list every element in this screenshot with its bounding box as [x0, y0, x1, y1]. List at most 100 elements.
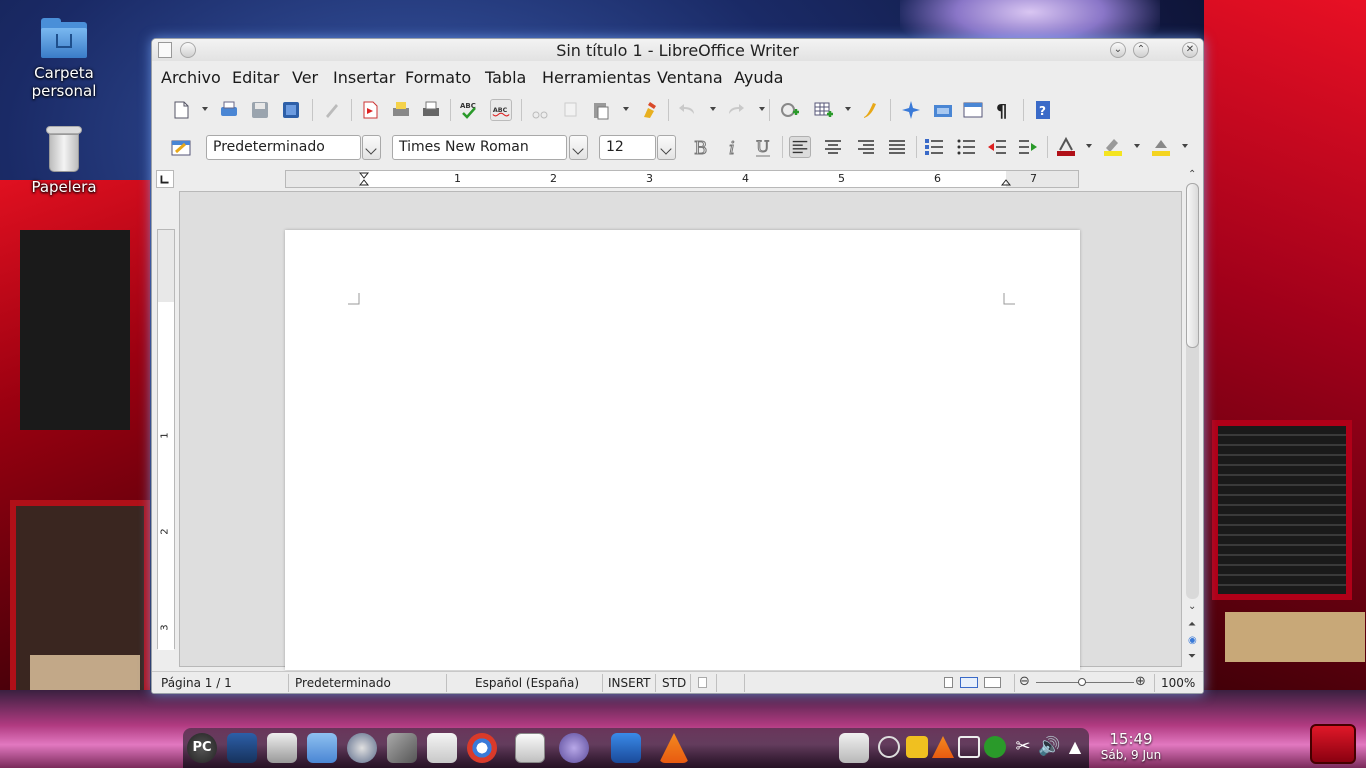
vertical-scrollbar[interactable]: ⌃ ⌄ ⏶ ◉ ⏷ — [1185, 169, 1201, 667]
paste-dropdown-arrow[interactable] — [623, 107, 629, 111]
menu-herramientas[interactable]: Herramientas — [542, 68, 651, 87]
copy-icon[interactable] — [560, 99, 582, 121]
gallery-icon[interactable] — [932, 99, 954, 121]
table-dropdown-arrow[interactable] — [845, 107, 851, 111]
menu-tabla[interactable]: Tabla — [485, 68, 526, 87]
window-list-icon[interactable] — [427, 733, 457, 763]
bullets-icon[interactable] — [955, 136, 977, 158]
zoom-slider-handle[interactable] — [1078, 678, 1086, 686]
vertical-ruler[interactable]: 1 2 3 — [157, 229, 175, 650]
justify-icon[interactable] — [886, 136, 908, 158]
scroll-up-icon[interactable]: ⌃ — [1188, 169, 1196, 180]
highlighting-icon[interactable] — [1102, 136, 1124, 158]
print-icon[interactable] — [218, 99, 240, 121]
decrease-indent-icon[interactable] — [986, 136, 1008, 158]
security-shield-icon[interactable] — [906, 736, 928, 758]
package-manager-icon[interactable] — [267, 733, 297, 763]
menu-ver[interactable]: Ver — [292, 68, 318, 87]
tab-type-selector[interactable] — [156, 170, 174, 188]
zoom-out-icon[interactable]: ⊖ — [1019, 674, 1030, 689]
messenger-icon[interactable] — [559, 733, 589, 763]
desktop-icon-trash[interactable]: Papelera — [9, 126, 119, 196]
scrollbar-thumb[interactable] — [1186, 183, 1199, 348]
show-desktop-icon[interactable] — [839, 733, 869, 763]
selection-mode[interactable]: STD — [662, 676, 686, 690]
font-color-icon[interactable] — [1055, 136, 1077, 158]
new-dropdown-arrow[interactable] — [202, 107, 208, 111]
chromium-icon[interactable] — [467, 733, 497, 763]
redo-dropdown-arrow[interactable] — [759, 107, 765, 111]
redo-icon[interactable] — [725, 99, 747, 121]
navigation-icon[interactable]: ◉ — [1188, 635, 1197, 646]
info-icon[interactable] — [878, 736, 900, 758]
font-size-dropdown[interactable] — [657, 135, 676, 160]
styles-formatting-icon[interactable] — [170, 136, 192, 158]
font-color-dropdown-arrow[interactable] — [1086, 144, 1092, 148]
language-status[interactable]: Español (España) — [475, 676, 579, 690]
update-ok-icon[interactable] — [984, 736, 1006, 758]
menu-ayuda[interactable]: Ayuda — [734, 68, 783, 87]
horizontal-ruler[interactable]: 1 2 3 4 5 6 7 — [285, 170, 1079, 188]
numbering-icon[interactable] — [923, 136, 945, 158]
multi-page-view-icon[interactable] — [960, 677, 978, 688]
insert-mode[interactable]: INSERT — [608, 676, 651, 690]
print-directly-icon[interactable] — [390, 99, 412, 121]
maximize-button[interactable]: ⌃ — [1133, 42, 1149, 58]
menu-formato[interactable]: Formato — [405, 68, 471, 87]
media-player-icon[interactable] — [611, 733, 641, 763]
increase-indent-icon[interactable] — [1017, 136, 1039, 158]
zoom-level[interactable]: 100% — [1161, 676, 1195, 690]
font-size-combo[interactable]: 12 — [599, 135, 656, 160]
pdf-icon[interactable] — [359, 99, 381, 121]
data-sources-icon[interactable] — [962, 99, 984, 121]
tools-icon[interactable] — [387, 733, 417, 763]
page-count[interactable]: Página 1 / 1 — [161, 676, 232, 690]
help-icon[interactable]: ? — [1032, 99, 1054, 121]
menu-insertar[interactable]: Insertar — [333, 68, 395, 87]
export-pdf-icon[interactable] — [280, 99, 302, 121]
volume-icon[interactable]: 🔊 — [1038, 736, 1060, 758]
osgi-logo-icon[interactable] — [1310, 724, 1356, 764]
background-color-dropdown-arrow[interactable] — [1182, 144, 1188, 148]
minimize-button[interactable]: ⌄ — [1110, 42, 1126, 58]
bold-icon[interactable]: B — [690, 136, 712, 159]
scroll-down-icon[interactable]: ⌄ — [1188, 601, 1196, 612]
autospellcheck-icon[interactable]: ABC — [490, 99, 512, 121]
page-style[interactable]: Predeterminado — [295, 676, 391, 690]
spelling-icon[interactable]: ABC — [458, 99, 480, 121]
paste-icon[interactable] — [590, 99, 612, 121]
cut-icon[interactable] — [529, 99, 551, 121]
italic-icon[interactable]: i — [722, 136, 744, 159]
edit-file-icon[interactable] — [320, 99, 342, 121]
close-button[interactable]: ✕ — [1182, 42, 1198, 58]
paragraph-style-combo[interactable]: Predeterminado — [206, 135, 361, 160]
pc-launcher-icon[interactable]: PC — [187, 733, 217, 763]
print-preview-icon[interactable] — [420, 99, 442, 121]
libreoffice-task-icon[interactable] — [515, 733, 545, 763]
background-color-icon[interactable] — [1150, 136, 1172, 158]
menu-ventana[interactable]: Ventana — [657, 68, 723, 87]
vlc-icon[interactable] — [659, 733, 689, 763]
hyperlink-icon[interactable] — [779, 99, 801, 121]
desktop-icon-home-folder[interactable]: Carpeta personal — [9, 18, 119, 100]
font-name-dropdown[interactable] — [569, 135, 588, 160]
file-manager-icon[interactable] — [307, 733, 337, 763]
zoom-in-icon[interactable]: ⊕ — [1135, 674, 1146, 689]
new-document-icon[interactable] — [170, 99, 192, 121]
show-draw-functions-icon[interactable] — [860, 99, 882, 121]
font-name-combo[interactable]: Times New Roman — [392, 135, 567, 160]
clock[interactable]: 15:49 Sáb, 9 Jun — [1092, 730, 1170, 763]
previous-page-icon[interactable]: ⏶ — [1188, 619, 1196, 630]
highlighting-dropdown-arrow[interactable] — [1134, 144, 1140, 148]
window-titlebar[interactable]: Sin título 1 - LibreOffice Writer ⌄ ⌃ ✕ — [152, 39, 1203, 61]
network-icon[interactable] — [958, 736, 980, 758]
save-icon[interactable] — [249, 99, 271, 121]
underline-icon[interactable]: U — [752, 136, 774, 158]
clone-formatting-icon[interactable] — [638, 99, 660, 121]
undo-icon[interactable] — [676, 99, 698, 121]
system-settings-icon[interactable] — [347, 733, 377, 763]
desktop-icon[interactable] — [227, 733, 257, 763]
paragraph-style-dropdown[interactable] — [362, 135, 381, 160]
formatting-marks-icon[interactable]: ¶ — [992, 99, 1014, 121]
navigator-icon[interactable] — [900, 99, 922, 121]
